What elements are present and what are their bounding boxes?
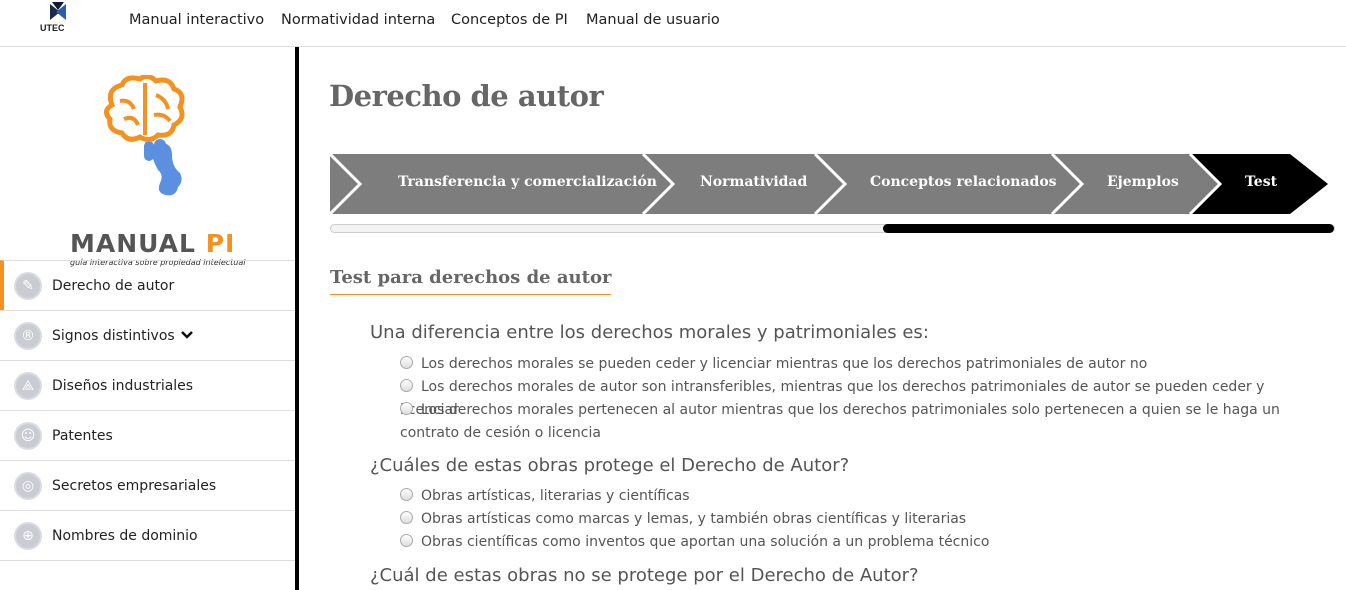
step-normatividad[interactable]: Normatividad [700, 174, 807, 190]
option-label: Los derechos morales se pueden ceder y l… [421, 356, 1148, 372]
sidebar-item-nombres-de-dominio[interactable]: ⊕ Nombres de dominio [0, 510, 295, 561]
radio-button[interactable] [400, 378, 413, 392]
page-title: Derecho de autor [329, 79, 604, 113]
fingerprint-icon: ◎ [14, 471, 42, 500]
question-1: Una diferencia entre los derechos morale… [370, 322, 929, 343]
registered-icon: ® [14, 321, 42, 350]
step-conceptos-relacionados[interactable]: Conceptos relacionados [870, 174, 1057, 190]
sidebar-item-derecho-de-autor[interactable]: ✎ Derecho de autor [0, 260, 295, 310]
nav-conceptos-de-pi[interactable]: Conceptos de PI [451, 12, 568, 28]
option-label: Obras artísticas, literarias y científic… [421, 488, 690, 504]
compass-icon: ⟁ [14, 371, 42, 400]
chevron-down-icon[interactable] [180, 329, 193, 343]
sidebar-item-disenos-industriales[interactable]: ⟁ Diseños industriales [0, 360, 295, 410]
option-label: Obras artísticas como marcas y lemas, y … [421, 511, 967, 527]
sidebar-item-signos-distintivos[interactable]: ® Signos distintivos [0, 310, 295, 360]
radio-button[interactable] [400, 401, 413, 415]
sidebar-item-label: Derecho de autor [52, 277, 175, 294]
sidebar-item-patentes[interactable]: ☺ Patentes [0, 410, 295, 460]
logo-text: UTEC [40, 23, 65, 33]
progress-bar [330, 224, 1335, 233]
radio-button[interactable] [400, 510, 413, 524]
nav-normatividad-interna[interactable]: Normatividad interna [281, 12, 435, 28]
question-2-option-3[interactable]: Obras científicas como inventos que apor… [400, 531, 1310, 554]
sidebar-item-secretos-empresariales[interactable]: ◎ Secretos empresariales [0, 460, 295, 510]
sidebar-item-label: Nombres de dominio [52, 527, 198, 544]
step-transferencia[interactable]: Transferencia y comercialización [398, 174, 657, 190]
brand-logo [60, 73, 240, 245]
brand-title-main: MANUAL [70, 229, 196, 258]
section-title: Test para derechos de autor [330, 267, 612, 295]
question-1-option-1[interactable]: Los derechos morales se pueden ceder y l… [400, 353, 1310, 376]
step-ejemplos[interactable]: Ejemplos [1107, 174, 1179, 190]
radio-button[interactable] [400, 355, 413, 369]
progress-fill [882, 224, 1334, 233]
globe-icon: ⊕ [14, 521, 42, 550]
radio-button[interactable] [400, 533, 413, 547]
sidebar-item-label: Diseños industriales [52, 377, 194, 394]
nav-manual-de-usuario[interactable]: Manual de usuario [586, 12, 720, 28]
radio-button[interactable] [400, 487, 413, 501]
question-1-option-3[interactable]: Los derechos morales pertenecen al autor… [400, 399, 1310, 445]
question-3: ¿Cuál de estas obras no se protege por e… [370, 565, 919, 586]
step-test[interactable]: Test [1245, 174, 1277, 190]
question-2-option-2[interactable]: Obras artísticas como marcas y lemas, y … [400, 508, 1310, 531]
brain-hand-icon [104, 73, 185, 196]
sidebar-item-label: Patentes [52, 427, 113, 444]
nav-manual-interactivo[interactable]: Manual interactivo [129, 12, 264, 28]
option-label: Los derechos morales pertenecen al autor… [400, 402, 1280, 441]
brand-title: MANUAL PI [70, 229, 235, 258]
brand-title-accent: PI [205, 229, 236, 258]
utec-logo[interactable] [38, 2, 78, 42]
option-label: Obras científicas como inventos que apor… [421, 534, 990, 550]
palette-icon: ✎ [14, 271, 42, 300]
sidebar: MANUAL PI guía interactiva sobre propied… [0, 47, 295, 590]
sidebar-item-label: Signos distintivos [52, 327, 175, 344]
sidebar-item-label: Secretos empresariales [52, 477, 217, 494]
top-navbar: UTEC Manual interactivo Normatividad int… [0, 0, 1346, 47]
head-gear-icon: ☺ [14, 421, 42, 450]
question-2-option-1[interactable]: Obras artísticas, literarias y científic… [400, 485, 1310, 508]
main-content: Derecho de autor Transferencia y comerci… [299, 47, 1346, 590]
question-2: ¿Cuáles de estas obras protege el Derech… [370, 455, 850, 476]
step-navigation: Transferencia y comercialización Normati… [330, 154, 1330, 214]
